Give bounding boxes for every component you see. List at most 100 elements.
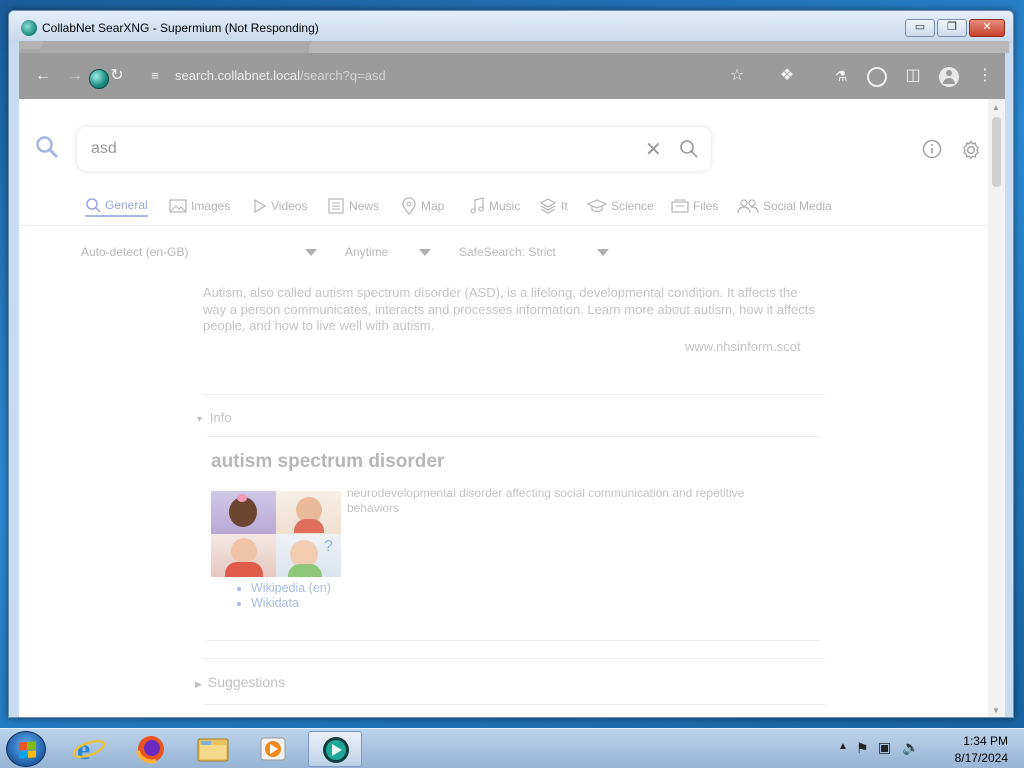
loading-spinner-icon xyxy=(89,69,109,89)
clock-date[interactable]: 8/17/2024 xyxy=(955,751,1008,765)
suggestions-toggle[interactable]: ▶ Suggestions xyxy=(195,674,285,690)
tab-files[interactable]: Files xyxy=(671,195,718,217)
page-scrollbar[interactable]: ▲ ▼ xyxy=(988,99,1005,717)
search-input[interactable]: asd xyxy=(91,140,117,158)
settings-gear-icon[interactable] xyxy=(960,139,982,164)
tab-videos[interactable]: Videos xyxy=(253,195,307,217)
safesearch-select[interactable]: SafeSearch: Strict xyxy=(459,245,556,259)
page-content: asd ✕ General Images Videos News Map Mus… xyxy=(19,99,1005,717)
tab-it[interactable]: It xyxy=(539,195,568,217)
tab-science[interactable]: Science xyxy=(587,195,654,217)
play-icon xyxy=(254,198,267,214)
scroll-down-icon[interactable]: ▼ xyxy=(992,706,1000,715)
info-icon[interactable] xyxy=(922,139,942,162)
scroll-up-icon[interactable]: ▲ xyxy=(992,103,1000,112)
labs-flask-icon[interactable]: ⚗ xyxy=(831,68,851,84)
search-box: asd ✕ xyxy=(77,127,711,171)
tab-label: Images xyxy=(191,199,231,213)
infobox-image: ? xyxy=(211,491,341,577)
bookmark-star-icon[interactable]: ☆ xyxy=(727,68,747,84)
tab-general[interactable]: General xyxy=(85,195,148,217)
triangle-down-icon: ▼ xyxy=(195,414,204,424)
result-source-url[interactable]: www.nhsinform.scot xyxy=(685,339,801,354)
media-player-icon[interactable] xyxy=(246,731,300,767)
tab-music[interactable]: Music xyxy=(469,195,520,217)
infobox-divider xyxy=(207,436,821,437)
suggestions-label: Suggestions xyxy=(207,674,285,690)
tab-strip xyxy=(19,41,1009,53)
scroll-thumb[interactable] xyxy=(992,117,1001,187)
close-button[interactable]: ✕ xyxy=(969,19,1005,37)
infobox-links: Wikipedia (en) Wikidata xyxy=(233,581,331,611)
newspaper-icon xyxy=(328,198,344,214)
supermium-icon[interactable] xyxy=(308,731,362,767)
minimize-button[interactable]: ▭ xyxy=(905,19,935,37)
map-pin-icon xyxy=(402,197,416,215)
result-divider xyxy=(203,394,825,395)
reload-icon[interactable]: ↻ xyxy=(107,68,127,84)
music-note-icon xyxy=(470,197,484,214)
tab-label: Social Media xyxy=(763,199,832,213)
title-bar[interactable]: CollabNet SearXNG - Supermium (Not Respo… xyxy=(9,11,1013,43)
tab-label: Music xyxy=(489,199,521,213)
graduation-cap-icon xyxy=(587,199,607,213)
maximize-button[interactable]: ❐ xyxy=(937,19,967,37)
clock-time[interactable]: 1:34 PM xyxy=(963,734,1008,748)
chevron-down-icon[interactable] xyxy=(419,249,431,256)
internet-explorer-icon[interactable]: e xyxy=(62,731,116,767)
suggestions-bottom-divider xyxy=(203,704,825,705)
menu-kebab-icon[interactable]: ⋮ xyxy=(975,68,995,84)
infobox-toggle[interactable]: ▼ Info xyxy=(195,410,232,425)
wikipedia-link[interactable]: Wikipedia (en) xyxy=(251,581,331,596)
active-tab-sliver[interactable] xyxy=(309,41,1009,53)
chevron-down-icon[interactable] xyxy=(305,249,317,256)
header-divider xyxy=(19,225,988,226)
back-arrow-icon[interactable]: ← xyxy=(33,68,53,84)
url-host: search.collabnet.local xyxy=(175,68,301,83)
browser-window: CollabNet SearXNG - Supermium (Not Respo… xyxy=(8,10,1014,718)
taskbar: e ▲ ⚑ ▣ 🔈 1:34 PM 8/17/2024 xyxy=(0,728,1024,768)
tab-label: Science xyxy=(611,199,654,213)
start-button[interactable] xyxy=(6,731,46,767)
forward-arrow-icon[interactable]: → xyxy=(65,68,85,84)
firefox-icon[interactable] xyxy=(124,731,178,767)
circle-status-icon[interactable] xyxy=(867,67,887,87)
tab-label: News xyxy=(349,199,380,213)
tab-map[interactable]: Map xyxy=(401,195,444,217)
profile-avatar-icon[interactable] xyxy=(939,67,959,87)
time-range-select[interactable]: Anytime xyxy=(345,245,388,259)
action-center-flag-icon[interactable]: ⚑ xyxy=(856,740,869,757)
show-hidden-icons-icon[interactable]: ▲ xyxy=(838,741,848,752)
tab-images[interactable]: Images xyxy=(169,195,230,217)
result-snippet: Autism, also called autism spectrum diso… xyxy=(203,285,815,333)
folder-icon xyxy=(671,199,689,213)
address-bar[interactable]: search.collabnet.local/search?q=asd xyxy=(175,68,386,83)
tab-news[interactable]: News xyxy=(327,195,379,217)
infobox-toggle-label: Info xyxy=(209,410,232,425)
tab-social-media[interactable]: Social Media xyxy=(737,195,832,217)
file-explorer-icon[interactable] xyxy=(186,731,240,767)
tab-label: Files xyxy=(693,199,719,213)
volume-muted-icon[interactable]: 🔈 xyxy=(902,739,919,756)
tab-left-sliver[interactable] xyxy=(19,41,43,49)
window-title: CollabNet SearXNG - Supermium (Not Respo… xyxy=(42,21,319,35)
language-select[interactable]: Auto-detect (en-GB) xyxy=(81,245,188,259)
network-icon[interactable]: ▣ xyxy=(878,739,891,756)
layers-icon xyxy=(539,198,557,214)
wikidata-link[interactable]: Wikidata xyxy=(251,596,331,611)
chevron-down-icon[interactable] xyxy=(597,249,609,256)
site-info-icon[interactable]: ≡ xyxy=(145,68,165,84)
svg-text:e: e xyxy=(77,733,90,766)
infobox-bottom-divider xyxy=(207,640,821,641)
infobox-title: autism spectrum disorder xyxy=(211,451,445,472)
url-path: /search?q=asd xyxy=(300,68,386,83)
searxng-logo-icon[interactable] xyxy=(35,135,59,162)
extensions-puzzle-icon[interactable]: ❖ xyxy=(777,68,797,84)
clear-search-icon[interactable]: ✕ xyxy=(645,137,662,162)
browser-toolbar: ← → ↻ ≡ search.collabnet.local/search?q=… xyxy=(19,53,1005,99)
people-icon xyxy=(737,199,759,214)
search-submit-icon[interactable] xyxy=(679,139,699,162)
tab-label: General xyxy=(105,198,148,212)
sidebar-toggle-icon[interactable]: ◫ xyxy=(903,68,923,84)
tab-label: It xyxy=(561,199,568,213)
